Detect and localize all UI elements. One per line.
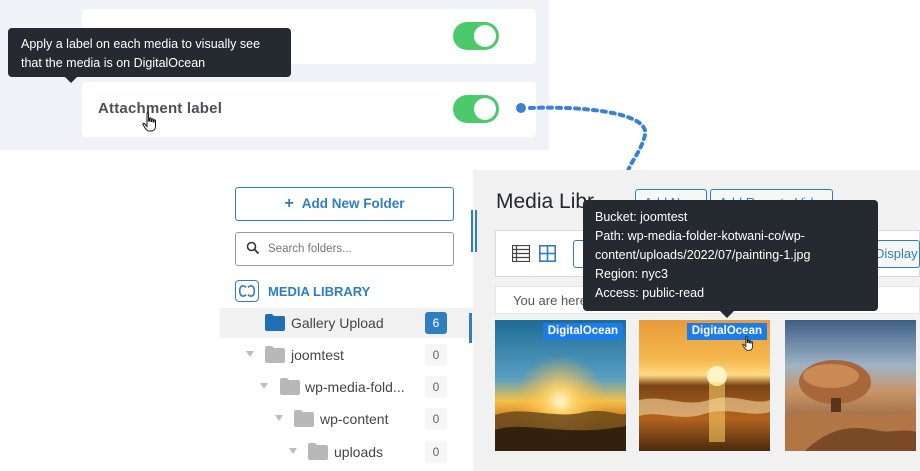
media-library-logo-icon bbox=[235, 280, 259, 302]
folder-count-badge: 0 bbox=[425, 408, 447, 430]
folder-item-gallery-upload[interactable]: Gallery Upload 6 bbox=[220, 308, 473, 338]
folder-item-wp-media-folder[interactable]: wp-media-fold... 0 bbox=[220, 372, 473, 402]
tooltip-arrow bbox=[720, 311, 734, 318]
folder-label: wp-content bbox=[320, 411, 389, 427]
expand-caret-icon[interactable] bbox=[275, 415, 283, 421]
folder-icon bbox=[265, 346, 285, 363]
tooltip-bucket: Bucket: joomtest bbox=[595, 210, 688, 224]
folder-icon bbox=[294, 410, 314, 427]
tooltip-path-line-1: Path: wp-media-folder-kotwani-co/wp- bbox=[595, 229, 805, 243]
attachment-label-text: Attachment label bbox=[98, 100, 223, 117]
folder-label: joomtest bbox=[291, 347, 344, 363]
media-info-tooltip: Bucket: joomtest Path: wp-media-folder-k… bbox=[583, 200, 878, 318]
tooltip-arrow bbox=[64, 76, 78, 83]
media-library-label: MEDIA LIBRARY bbox=[268, 284, 371, 299]
plus-icon: + bbox=[284, 195, 294, 212]
expand-caret-icon[interactable] bbox=[246, 351, 254, 357]
search-folders-box[interactable] bbox=[235, 232, 454, 266]
folder-count-badge: 0 bbox=[425, 344, 447, 366]
media-thumbnail-sunset-water[interactable]: DigitalOcean bbox=[495, 320, 626, 451]
folder-count-badge: 0 bbox=[425, 441, 447, 463]
tooltip-path-line-2: content/uploads/2022/07/painting-1.jpg bbox=[595, 248, 811, 262]
add-new-folder-label: Add New Folder bbox=[301, 196, 405, 211]
expand-caret-icon[interactable] bbox=[289, 448, 297, 454]
folder-item-joomtest[interactable]: joomtest 0 bbox=[220, 340, 473, 370]
toggle-knob bbox=[474, 25, 496, 47]
add-new-folder-button[interactable]: + Add New Folder bbox=[235, 187, 454, 221]
folder-icon bbox=[265, 314, 285, 331]
toggle-knob bbox=[474, 98, 496, 120]
media-thumbnail-rock[interactable] bbox=[785, 320, 916, 451]
tooltip-access: Access: public-read bbox=[595, 286, 705, 300]
folder-sidebar: + Add New Folder MEDIA LIBRARY Gallery Up… bbox=[220, 170, 473, 471]
page-title: Media Libr bbox=[496, 190, 595, 213]
active-folder-indicator bbox=[469, 313, 472, 343]
grid-view-icon[interactable] bbox=[539, 245, 556, 262]
folder-item-wp-content[interactable]: wp-content 0 bbox=[220, 404, 473, 434]
search-folders-input[interactable] bbox=[268, 240, 448, 258]
breadcrumb-label: You are here bbox=[513, 293, 587, 308]
folder-label: wp-media-fold... bbox=[305, 379, 405, 395]
media-library-root[interactable]: MEDIA LIBRARY bbox=[235, 280, 465, 304]
folder-label: Gallery Upload bbox=[291, 315, 384, 331]
attachment-label-tooltip: Apply a label on each media to visually … bbox=[8, 28, 291, 83]
sidebar-resize-handle[interactable] bbox=[471, 210, 477, 252]
display-all-label: Display all bbox=[875, 246, 919, 261]
folder-icon bbox=[308, 443, 328, 460]
folder-item-uploads[interactable]: uploads 0 bbox=[220, 437, 473, 467]
digitalocean-badge: DigitalOcean bbox=[542, 323, 623, 340]
list-view-icon[interactable] bbox=[512, 245, 530, 262]
settings-panel: Attachment label Apply a label on each m… bbox=[0, 0, 549, 150]
expand-caret-icon[interactable] bbox=[260, 383, 268, 389]
media-image bbox=[785, 320, 916, 451]
hand-pointer-icon bbox=[742, 335, 753, 351]
hand-pointer-icon bbox=[142, 112, 156, 132]
media-thumbnail-sunset-beach[interactable]: DigitalOcean bbox=[639, 320, 770, 451]
folder-icon bbox=[280, 378, 300, 395]
folder-count-badge: 6 bbox=[425, 312, 447, 334]
tooltip-region: Region: nyc3 bbox=[595, 267, 668, 281]
toggle-switch[interactable] bbox=[453, 22, 499, 50]
attachment-label-toggle[interactable] bbox=[453, 95, 499, 123]
folder-count-badge: 0 bbox=[425, 376, 447, 398]
tooltip-text-line-2: that the media is on DigitalOcean bbox=[21, 56, 206, 70]
folder-label: uploads bbox=[334, 444, 384, 460]
tooltip-text-line-1: Apply a label on each media to visually … bbox=[21, 37, 261, 51]
search-icon bbox=[246, 241, 260, 255]
